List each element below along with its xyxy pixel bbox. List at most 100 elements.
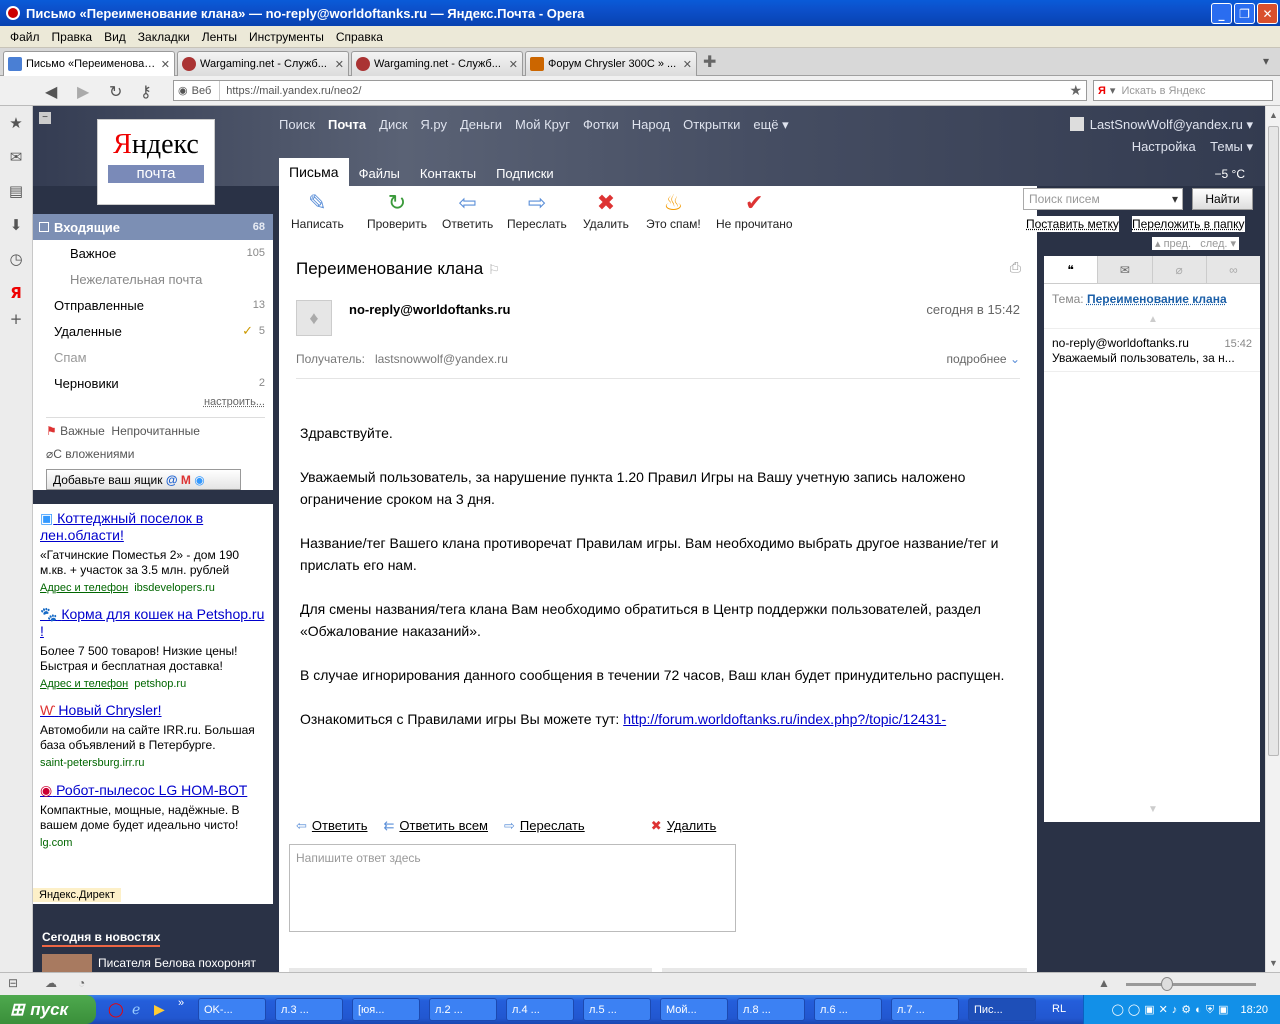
news-item[interactable]: Писателя Белова похоронят bbox=[98, 956, 256, 970]
taskbar-item[interactable]: л.5 ... bbox=[583, 998, 651, 1021]
scroll-up-arrow-icon[interactable]: ▲ bbox=[1269, 110, 1278, 120]
details-link[interactable]: подробнее bbox=[946, 352, 1006, 366]
forward-button[interactable]: ⇨ Переслать bbox=[507, 191, 567, 231]
history-icon[interactable]: ◷ bbox=[7, 250, 25, 268]
turbo-icon[interactable]: ☁ bbox=[45, 976, 57, 990]
view-icon[interactable]: ▲ bbox=[1098, 976, 1110, 990]
close-tab-icon[interactable]: ✕ bbox=[335, 58, 344, 71]
attachment-icon[interactable]: ⌀ bbox=[1152, 256, 1207, 283]
key-icon[interactable]: ⚷ bbox=[140, 82, 152, 101]
nav-mail[interactable]: Почта bbox=[328, 117, 366, 133]
message-sender[interactable]: no-reply@worldoftanks.ru bbox=[349, 302, 510, 317]
user-login[interactable]: LastSnowWolf@yandex.ru ▾ bbox=[1090, 117, 1253, 132]
taskbar-item[interactable]: л.7 ... bbox=[891, 998, 959, 1021]
scroll-down-icon[interactable]: ▼ bbox=[1148, 804, 1158, 815]
nav-narod[interactable]: Народ bbox=[632, 117, 670, 133]
start-button[interactable]: ⊞ пуск bbox=[0, 995, 96, 1024]
move-to-folder-link[interactable]: Переложить в папку bbox=[1132, 216, 1245, 232]
reply-button[interactable]: ⇦ Ответить bbox=[442, 191, 493, 231]
tab-files[interactable]: Файлы bbox=[349, 166, 410, 186]
print-icon[interactable]: ⎙ bbox=[1010, 260, 1021, 276]
menu-feeds[interactable]: Ленты bbox=[196, 30, 243, 44]
more-quicklaunch-icon[interactable]: » bbox=[178, 997, 184, 1009]
notes-icon[interactable]: ▤ bbox=[7, 182, 25, 200]
speed-dial-icon[interactable]: ◔ bbox=[78, 976, 85, 990]
themes-link[interactable]: Темы ▾ bbox=[1210, 139, 1253, 154]
nav-postcards[interactable]: Открытки bbox=[683, 117, 740, 133]
nav-more[interactable]: ещё ▾ bbox=[753, 117, 788, 133]
taskbar-item[interactable]: л.2 ... bbox=[429, 998, 497, 1021]
tray-icons[interactable]: ◯◯▣✕♪⚙◐⛨▣ bbox=[1112, 1003, 1233, 1017]
ad-title[interactable]: Робот-пылесос LG HOM-BOT bbox=[56, 782, 247, 798]
ad-title[interactable]: Коттеджный поселок в лен.области! bbox=[40, 510, 203, 543]
downloads-icon[interactable]: ⬇ bbox=[7, 216, 25, 234]
folder-drafts[interactable]: Черновики 2 bbox=[33, 370, 273, 396]
rules-link[interactable]: http://forum.worldoftanks.ru/index.php?/… bbox=[623, 711, 946, 727]
menu-tools[interactable]: Инструменты bbox=[243, 30, 330, 44]
folder-deleted[interactable]: Удаленные ✓ 5 bbox=[33, 318, 273, 344]
panel-toggle-icon[interactable]: ⊟ bbox=[8, 976, 18, 990]
folder-spam[interactable]: Спам bbox=[33, 344, 273, 370]
collapse-icon[interactable]: − bbox=[39, 112, 51, 124]
taskbar-item-active[interactable]: Пис... bbox=[968, 998, 1036, 1021]
filter-attachments[interactable]: С вложениями bbox=[53, 447, 134, 461]
nav-yaru[interactable]: Я.ру bbox=[420, 117, 447, 133]
scroll-down-arrow-icon[interactable]: ▼ bbox=[1269, 958, 1278, 968]
check-button[interactable]: ↻ Проверить bbox=[367, 191, 427, 231]
nav-photos[interactable]: Фотки bbox=[583, 117, 619, 133]
browser-search-field[interactable]: Я ▾ Искать в Яндекс bbox=[1093, 80, 1273, 101]
bookmark-star-icon[interactable]: ★ bbox=[1069, 82, 1086, 99]
envelope-icon[interactable]: ✉ bbox=[1098, 256, 1153, 283]
tab-list-icon[interactable]: ▾ bbox=[1263, 54, 1269, 68]
search-dropdown-icon[interactable]: ▾ bbox=[1172, 192, 1178, 206]
ad-contacts-link[interactable]: Адрес и телефон bbox=[40, 582, 128, 594]
delete-link[interactable]: Удалить bbox=[667, 818, 717, 834]
spam-button[interactable]: ♨ Это спам! bbox=[646, 191, 701, 231]
media-quick-icon[interactable]: ▶ bbox=[154, 1001, 165, 1018]
taskbar-item[interactable]: Мой... bbox=[660, 998, 728, 1021]
menu-view[interactable]: Вид bbox=[98, 30, 132, 44]
taskbar-item[interactable]: л.4 ... bbox=[506, 998, 574, 1021]
page-scrollbar[interactable]: ▲ ▼ bbox=[1265, 106, 1280, 972]
filter-unread[interactable]: Непрочитанные bbox=[111, 424, 199, 438]
mail-search-input[interactable]: Поиск писем ▾ bbox=[1023, 188, 1183, 210]
settings-link[interactable]: Настройка bbox=[1132, 139, 1196, 154]
nav-moikrug[interactable]: Мой Круг bbox=[515, 117, 570, 133]
scrollbar-thumb[interactable] bbox=[1268, 126, 1279, 756]
menu-file[interactable]: Файл bbox=[4, 30, 46, 44]
ad-title[interactable]: Новый Chrysler! bbox=[58, 702, 161, 718]
folder-junk[interactable]: Нежелательная почта bbox=[33, 266, 273, 292]
reply-link[interactable]: Ответить bbox=[312, 818, 368, 834]
flag-outline-icon[interactable]: ⚐ bbox=[488, 262, 500, 277]
menu-help[interactable]: Справка bbox=[330, 30, 389, 44]
menu-bookmarks[interactable]: Закладки bbox=[132, 30, 196, 44]
chat-icon[interactable]: ❝ bbox=[1044, 256, 1099, 283]
ad-domain[interactable]: ibsdevelopers.ru bbox=[134, 582, 215, 594]
close-tab-icon[interactable]: ✕ bbox=[683, 58, 692, 71]
close-button[interactable]: ✕ bbox=[1257, 3, 1278, 24]
thread-item[interactable]: no-reply@worldoftanks.ru 15:42 Уважаемый… bbox=[1044, 328, 1260, 372]
taskbar-item[interactable]: л.8 ... bbox=[737, 998, 805, 1021]
compose-button[interactable]: ✎ Написать bbox=[291, 191, 344, 231]
quick-reply-field[interactable]: Напишите ответ здесь bbox=[289, 844, 736, 932]
nav-search[interactable]: Поиск bbox=[279, 117, 315, 133]
zoom-slider[interactable] bbox=[1126, 983, 1256, 986]
mail-panel-icon[interactable]: ✉ bbox=[7, 148, 25, 166]
link-icon[interactable]: ∞ bbox=[1206, 256, 1260, 283]
language-indicator[interactable]: RL bbox=[1052, 1003, 1066, 1015]
inbox-checkbox[interactable] bbox=[39, 222, 49, 232]
tab-wargaming-1[interactable]: Wargaming.net - Служб... ✕ bbox=[177, 51, 349, 76]
taskbar-item[interactable]: л.6 ... bbox=[814, 998, 882, 1021]
put-label-link[interactable]: Поставить метку bbox=[1026, 216, 1119, 232]
tab-subscriptions[interactable]: Подписки bbox=[486, 166, 564, 186]
opera-quick-icon[interactable]: ◯ bbox=[108, 1001, 124, 1018]
yandex-mail-logo[interactable]: Яндекс почта bbox=[97, 119, 215, 205]
nav-disk[interactable]: Диск bbox=[379, 117, 407, 133]
folder-important[interactable]: Важное 105 bbox=[33, 240, 273, 266]
tab-wargaming-2[interactable]: Wargaming.net - Служб... ✕ bbox=[351, 51, 523, 76]
yandex-direct-label[interactable]: Яндекс.Директ bbox=[33, 888, 121, 902]
minimize-button[interactable]: _ bbox=[1211, 3, 1232, 24]
find-button[interactable]: Найти bbox=[1192, 188, 1253, 210]
url-field[interactable]: ◉ Веб https://mail.yandex.ru/neo2/ ★ bbox=[173, 80, 1087, 101]
tab-contacts[interactable]: Контакты bbox=[410, 166, 486, 186]
